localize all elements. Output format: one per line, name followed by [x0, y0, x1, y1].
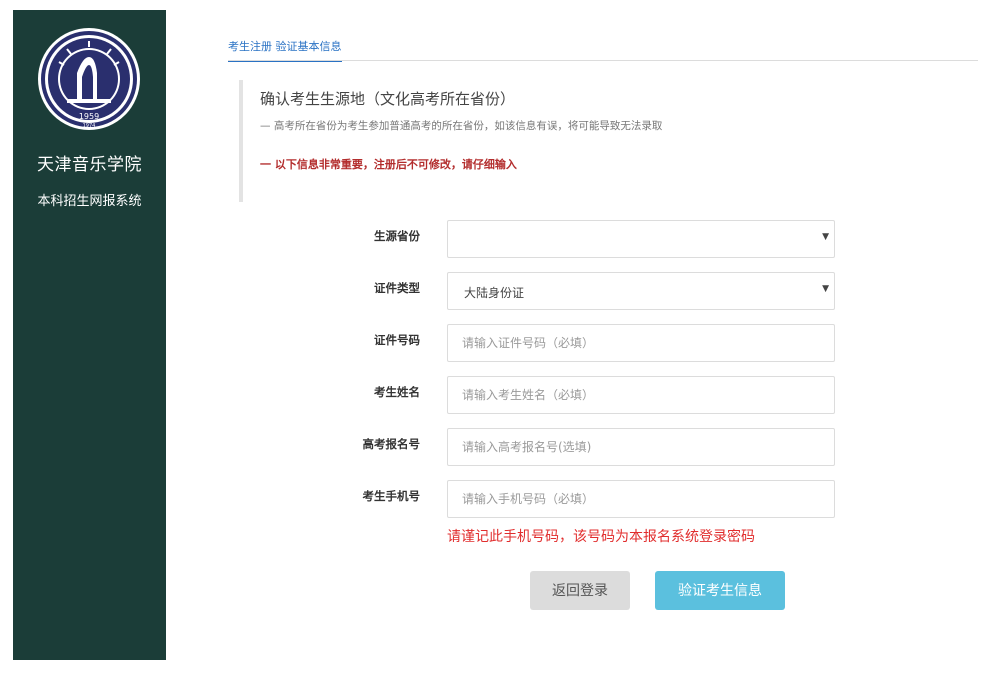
tab-register-verify[interactable]: 考生注册 验证基本信息 — [228, 38, 342, 62]
sidebar: 1959 1974 天津音乐学院 本科招生网报系统 — [13, 10, 166, 660]
notice-warning: 一 以下信息非常重要，注册后不可修改，请仔细输入 — [260, 158, 517, 171]
chevron-down-icon: ▼ — [822, 232, 829, 242]
phone-input[interactable] — [447, 480, 835, 518]
school-name: 天津音乐学院 — [37, 155, 142, 175]
id-type-select[interactable]: 大陆身份证 ▼ — [447, 272, 835, 310]
id-type-label: 证件类型 — [374, 281, 420, 295]
name-label: 考生姓名 — [374, 385, 420, 399]
logo-year-text: 1959 — [79, 112, 99, 121]
system-name: 本科招生网报系统 — [37, 194, 142, 209]
verify-info-button[interactable]: 验证考生信息 — [655, 571, 785, 610]
exam-number-label: 高考报名号 — [362, 437, 421, 451]
province-label: 生源省份 — [374, 229, 420, 243]
school-logo: 1959 1974 — [38, 28, 140, 130]
exam-number-input[interactable] — [447, 428, 835, 466]
notice-description: — 高考所在省份为考生参加普通高考的所在省份，如该信息有误，将可能导致无法录取 — [260, 120, 663, 132]
notice-title: 确认考生生源地（文化高考所在省份） — [260, 90, 516, 108]
phone-label: 考生手机号 — [362, 489, 421, 503]
id-type-value: 大陆身份证 — [464, 286, 525, 300]
province-select[interactable]: ▼ — [447, 220, 835, 258]
phone-tip: 请谨记此手机号码，该号码为本报名系统登录密码 — [447, 529, 755, 545]
name-input[interactable] — [447, 376, 835, 414]
id-number-input[interactable] — [447, 324, 835, 362]
notice-box: 确认考生生源地（文化高考所在省份） — 高考所在省份为考生参加普通高考的所在省份… — [239, 80, 803, 202]
chevron-down-icon: ▼ — [822, 284, 829, 294]
logo-year2-text: 1974 — [83, 123, 96, 129]
back-to-login-button[interactable]: 返回登录 — [530, 571, 630, 610]
tab-divider — [228, 60, 978, 61]
id-number-label: 证件号码 — [374, 333, 420, 347]
